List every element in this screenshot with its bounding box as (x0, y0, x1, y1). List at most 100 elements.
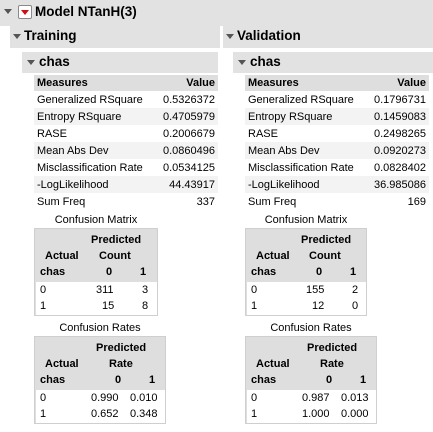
col-header-0: 0 (115, 374, 122, 386)
training-chas-header[interactable]: chas (22, 52, 218, 73)
measure-label: Rate (109, 358, 133, 370)
confusion-rates-caption: Confusion Rates (270, 322, 352, 334)
col-header-1: 1 (350, 266, 357, 278)
model-header[interactable]: Model NTanH(3) (0, 0, 433, 26)
matrix-cell: 2 (352, 284, 359, 296)
measure-value: 0.0860496 (155, 142, 218, 159)
measure-name: -LogLikelihood (245, 176, 367, 193)
table-row: RASE 0.2498265 (245, 125, 429, 142)
predicted-label: Predicted (307, 342, 358, 354)
measure-value: 0.0920273 (366, 142, 429, 159)
table-row: -LogLikelihood 36.985086 (245, 176, 429, 193)
rate-cell: 0.013 (341, 392, 369, 404)
table-row: Mean Abs Dev 0.0860496 (34, 142, 218, 159)
value-col-header: Value (155, 75, 218, 91)
measure-label: Count (99, 250, 131, 262)
col-header-1: 1 (149, 374, 156, 386)
confusion-matrix-table: Predicted Actual Count chas 0 1 0 311 3 … (34, 228, 158, 316)
confusion-matrix-caption: Confusion Matrix (54, 214, 138, 226)
confusion-rates-table: Predicted Actual Rate chas 0 1 0 0.990 0… (34, 336, 166, 424)
table-row: Sum Freq 337 (34, 193, 218, 210)
measure-name: Generalized RSquare (37, 93, 143, 106)
rate-cell: 0.987 (302, 392, 330, 404)
row-label: 1 (40, 300, 47, 312)
confusion-rates-caption: Confusion Rates (59, 322, 141, 334)
measure-value: 169 (407, 195, 426, 208)
rate-cell: 0.652 (91, 408, 119, 420)
matrix-cell: 12 (312, 300, 325, 312)
measure-value: 0.0828402 (374, 161, 426, 174)
confusion-rates-table: Predicted Actual Rate chas 0 1 0 0.987 0… (245, 336, 377, 424)
measure-name: Entropy RSquare (34, 108, 156, 125)
measure-name: Sum Freq (248, 195, 297, 208)
row-label: 0 (40, 392, 47, 404)
rate-cell: 0.990 (91, 392, 119, 404)
actual-label: Actual (256, 358, 290, 370)
predicted-label: Predicted (301, 234, 352, 246)
measure-name: Mean Abs Dev (245, 142, 367, 159)
table-row: Mean Abs Dev 0.0920273 (245, 142, 429, 159)
col-header-0: 0 (326, 374, 333, 386)
rate-cell: 1.000 (302, 408, 330, 420)
fit-measures-table: Measures Value Generalized RSquare 0.5326… (34, 75, 218, 210)
col-header-0: 0 (106, 266, 113, 278)
row-var-label: chas (251, 266, 277, 278)
response-title: chas (250, 54, 281, 69)
table-row: Generalized RSquare 0.5326372 (34, 91, 218, 108)
training-header[interactable]: Training (10, 26, 220, 48)
matrix-cell: 15 (102, 300, 115, 312)
disclosure-triangle-icon[interactable] (27, 60, 35, 65)
measure-value: 0.2498265 (374, 127, 426, 140)
measure-name: RASE (37, 127, 67, 140)
col-header-1: 1 (140, 266, 147, 278)
fit-measures-table: Measures Value Generalized RSquare 0.1796… (245, 75, 429, 210)
measure-value: 0.1796731 (374, 93, 426, 106)
table-row: RASE 0.2006679 (34, 125, 218, 142)
panel-title: Training (24, 28, 77, 43)
measure-value: 36.985086 (366, 176, 429, 193)
validation-chas-header[interactable]: chas (233, 52, 433, 73)
table-row: Generalized RSquare 0.1796731 (245, 91, 429, 108)
actual-label: Actual (45, 358, 79, 370)
actual-label: Actual (256, 250, 290, 262)
actual-label: Actual (45, 250, 79, 262)
col-header-0: 0 (316, 266, 323, 278)
matrix-cell: 311 (96, 284, 114, 296)
measure-label: Rate (320, 358, 344, 370)
panel-title: Validation (237, 28, 301, 43)
row-label: 1 (251, 408, 258, 420)
confusion-matrix-table: Predicted Actual Count chas 0 1 0 155 2 … (245, 228, 367, 316)
measure-value: 0.1459083 (366, 108, 429, 125)
predicted-label: Predicted (96, 342, 147, 354)
rate-cell: 0.010 (130, 392, 158, 404)
col-header-1: 1 (360, 374, 367, 386)
row-label: 0 (40, 284, 47, 296)
measure-name: RASE (248, 127, 278, 140)
measure-value: 0.2006679 (163, 127, 215, 140)
disclosure-triangle-icon[interactable] (238, 60, 246, 65)
predicted-label: Predicted (91, 234, 142, 246)
table-row: Misclassification Rate 0.0534125 (34, 159, 218, 176)
measure-value: 0.4705979 (155, 108, 218, 125)
measure-label: Count (309, 250, 341, 262)
red-triangle-menu-icon[interactable] (18, 5, 32, 19)
matrix-cell: 155 (306, 284, 325, 296)
disclosure-triangle-icon[interactable] (226, 34, 234, 39)
rate-cell: 0.000 (341, 408, 369, 420)
measure-name: Sum Freq (37, 195, 86, 208)
measure-value: 0.5326372 (163, 93, 215, 106)
matrix-cell: 0 (352, 300, 359, 312)
row-label: 1 (251, 300, 258, 312)
table-row: Sum Freq 169 (245, 193, 429, 210)
model-title: Model NTanH(3) (35, 4, 137, 19)
measure-name: Entropy RSquare (245, 108, 367, 125)
disclosure-triangle-icon[interactable] (13, 34, 21, 39)
measure-name: Generalized RSquare (248, 93, 354, 106)
validation-header[interactable]: Validation (223, 26, 433, 48)
table-row: -LogLikelihood 44.43917 (34, 176, 218, 193)
measure-value: 44.43917 (155, 176, 218, 193)
disclosure-triangle-icon[interactable] (4, 9, 12, 14)
matrix-cell: 3 (142, 284, 149, 296)
row-var-label: chas (251, 374, 277, 386)
matrix-cell: 8 (142, 300, 149, 312)
